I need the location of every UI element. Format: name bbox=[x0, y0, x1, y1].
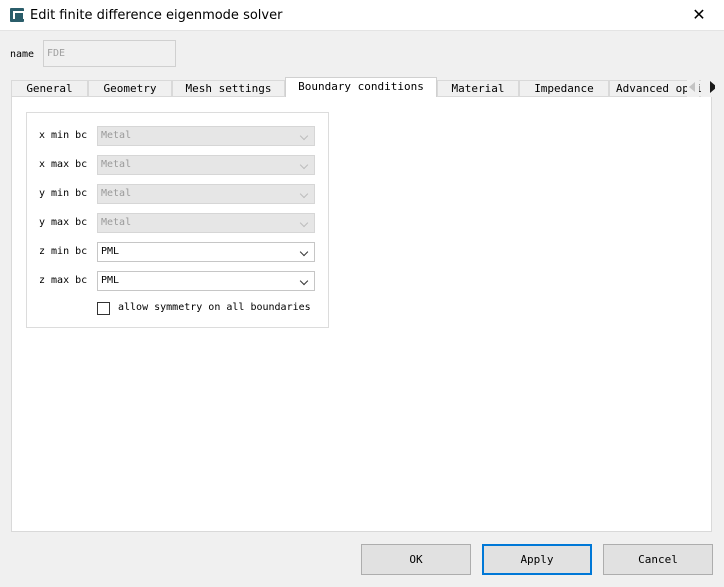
z-max-bc-value: PML bbox=[101, 275, 120, 286]
z-min-bc-select[interactable]: PML bbox=[97, 242, 315, 262]
x-max-bc-select[interactable]: Metal bbox=[97, 155, 315, 175]
tab-general[interactable]: General bbox=[11, 80, 88, 97]
y-max-bc-select[interactable]: Metal bbox=[97, 213, 315, 233]
y-max-bc-value: Metal bbox=[101, 217, 132, 228]
allow-symmetry-checkbox[interactable] bbox=[97, 302, 110, 315]
name-field[interactable] bbox=[43, 40, 176, 67]
x-min-bc-select[interactable]: Metal bbox=[97, 126, 315, 146]
tab-advanced-options[interactable]: Advanced options bbox=[609, 80, 715, 97]
tab-material[interactable]: Material bbox=[437, 80, 519, 97]
chevron-down-icon bbox=[299, 160, 309, 170]
chevron-down-icon bbox=[299, 218, 309, 228]
tab-boundary-conditions[interactable]: Boundary conditions bbox=[285, 77, 437, 97]
z-min-bc-value: PML bbox=[101, 246, 120, 257]
boundary-settings-group: x min bc Metal x max bc Metal y min bc M… bbox=[26, 112, 329, 328]
x-max-bc-label: x max bc bbox=[39, 159, 88, 170]
z-max-bc-select[interactable]: PML bbox=[97, 271, 315, 291]
chevron-down-icon bbox=[299, 189, 309, 199]
window-title: Edit finite difference eigenmode solver bbox=[30, 8, 283, 23]
chevron-down-icon bbox=[299, 247, 309, 257]
cancel-button[interactable]: Cancel bbox=[603, 544, 713, 575]
x-min-bc-value: Metal bbox=[101, 130, 132, 141]
ok-button[interactable]: OK bbox=[361, 544, 471, 575]
x-max-bc-value: Metal bbox=[101, 159, 132, 170]
allow-symmetry-label[interactable]: allow symmetry on all boundaries bbox=[118, 302, 311, 313]
tab-scroll-left-icon[interactable] bbox=[687, 77, 699, 97]
z-min-bc-label: z min bc bbox=[39, 246, 88, 257]
tab-geometry[interactable]: Geometry bbox=[88, 80, 172, 97]
tab-mesh-settings[interactable]: Mesh settings bbox=[172, 80, 285, 97]
z-max-bc-label: z max bc bbox=[39, 275, 88, 286]
y-max-bc-label: y max bc bbox=[39, 217, 88, 228]
close-button[interactable]: ✕ bbox=[688, 5, 710, 25]
apply-button[interactable]: Apply bbox=[482, 544, 592, 575]
x-min-bc-label: x min bc bbox=[39, 130, 88, 141]
y-min-bc-label: y min bc bbox=[39, 188, 88, 199]
tab-bar: General Geometry Mesh settings Boundary … bbox=[11, 77, 715, 97]
y-min-bc-value: Metal bbox=[101, 188, 132, 199]
boundary-conditions-panel: x min bc Metal x max bc Metal y min bc M… bbox=[11, 96, 712, 532]
tab-scroll-right-icon[interactable] bbox=[701, 77, 715, 97]
tab-impedance[interactable]: Impedance bbox=[519, 80, 609, 97]
title-bar: Edit finite difference eigenmode solver … bbox=[0, 0, 724, 31]
y-min-bc-select[interactable]: Metal bbox=[97, 184, 315, 204]
chevron-down-icon bbox=[299, 131, 309, 141]
name-label: name bbox=[10, 49, 35, 60]
app-logo-icon bbox=[10, 8, 25, 22]
chevron-down-icon bbox=[299, 276, 309, 286]
